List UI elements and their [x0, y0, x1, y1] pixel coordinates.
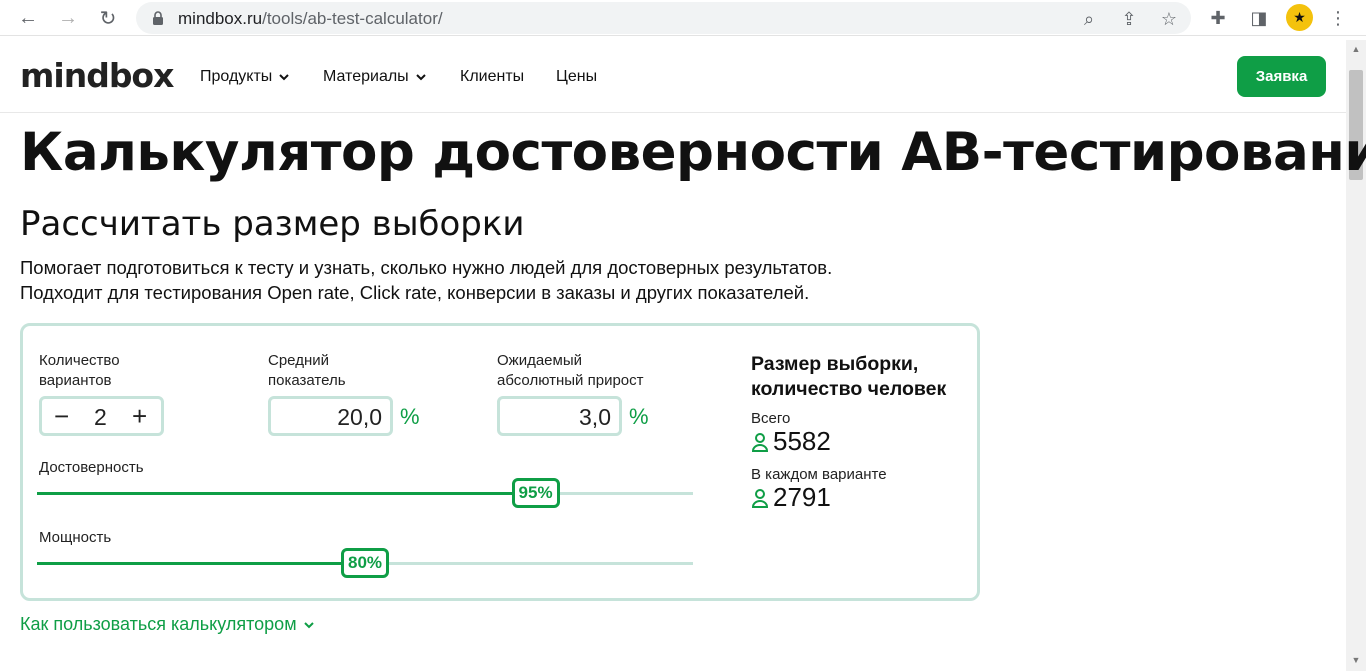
- person-icon: [751, 432, 769, 452]
- power-fill: [37, 562, 365, 565]
- average-input[interactable]: 20,0: [268, 396, 393, 436]
- browser-menu-icon[interactable]: ⋮: [1326, 6, 1350, 30]
- menu-materials[interactable]: Материалы: [323, 68, 427, 86]
- average-value: 20,0: [337, 404, 382, 430]
- how-to-use-link[interactable]: Как пользоваться калькулятором: [20, 614, 315, 635]
- scroll-down-icon[interactable]: ▼: [1351, 655, 1361, 665]
- extensions-icon[interactable]: ✚: [1206, 6, 1230, 30]
- site-header: mindbox Продукты Материалы Клиенты Цены …: [0, 40, 1346, 113]
- total-label: Всего: [751, 410, 791, 427]
- person-icon: [751, 488, 769, 508]
- total-value: 5582: [751, 426, 831, 457]
- zoom-icon[interactable]: ⌕: [1078, 8, 1100, 30]
- growth-label: Ожидаемый абсолютный прирост: [497, 352, 644, 389]
- reload-icon[interactable]: ↻: [96, 6, 120, 30]
- menu-products[interactable]: Продукты: [200, 68, 290, 86]
- average-unit: %: [400, 404, 420, 429]
- section-title: Рассчитать размер выборки: [20, 204, 525, 244]
- growth-value: 3,0: [579, 404, 611, 430]
- growth-unit: %: [629, 404, 649, 429]
- minus-icon[interactable]: −: [54, 402, 69, 430]
- power-label: Мощность: [39, 529, 112, 546]
- confidence-thumb[interactable]: 95%: [511, 478, 560, 508]
- scroll-up-icon[interactable]: ▲: [1351, 44, 1361, 54]
- per-variant-value: 2791: [751, 482, 831, 513]
- menu-clients[interactable]: Клиенты: [460, 68, 524, 86]
- forward-icon[interactable]: →: [56, 6, 80, 30]
- per-variant-label: В каждом варианте: [751, 466, 887, 483]
- growth-input[interactable]: 3,0: [497, 396, 622, 436]
- variants-label: Количество вариантов: [39, 352, 120, 389]
- chevron-down-icon: [303, 621, 314, 628]
- plus-icon[interactable]: +: [132, 402, 147, 430]
- power-thumb[interactable]: 80%: [341, 548, 389, 578]
- variants-stepper[interactable]: − 2 +: [39, 396, 164, 436]
- star-icon[interactable]: ☆: [1158, 8, 1180, 30]
- calculator-card: Количество вариантов − 2 + Средний показ…: [20, 323, 980, 601]
- chevron-down-icon: [415, 74, 426, 81]
- share-icon[interactable]: ⇪: [1118, 8, 1140, 30]
- browser-toolbar: ← → ↻ mindbox.ru/tools/ab-test-calculato…: [0, 0, 1366, 36]
- menu-prices[interactable]: Цены: [556, 68, 597, 86]
- chevron-down-icon: [279, 74, 290, 81]
- url-text[interactable]: mindbox.ru/tools/ab-test-calculator/: [178, 9, 443, 29]
- request-button[interactable]: Заявка: [1237, 56, 1326, 97]
- confidence-label: Достоверность: [39, 459, 144, 476]
- confidence-slider[interactable]: [37, 492, 693, 495]
- profile-avatar[interactable]: ★: [1286, 4, 1313, 31]
- address-bar[interactable]: mindbox.ru/tools/ab-test-calculator/ ⌕ ⇪…: [136, 2, 1191, 34]
- variants-value: 2: [94, 404, 107, 430]
- side-panel-icon[interactable]: ◨: [1247, 6, 1271, 30]
- result-title: Размер выборки, количество человек: [751, 353, 947, 400]
- lead-text: Помогает подготовиться к тесту и узнать,…: [20, 257, 833, 303]
- average-label: Средний показатель: [268, 352, 346, 389]
- back-icon[interactable]: ←: [16, 6, 40, 30]
- lock-icon: [153, 11, 163, 25]
- logo[interactable]: mindbox: [20, 56, 174, 95]
- page-title: Калькулятор достоверности AB-тестировани…: [20, 122, 1366, 183]
- confidence-fill: [37, 492, 536, 495]
